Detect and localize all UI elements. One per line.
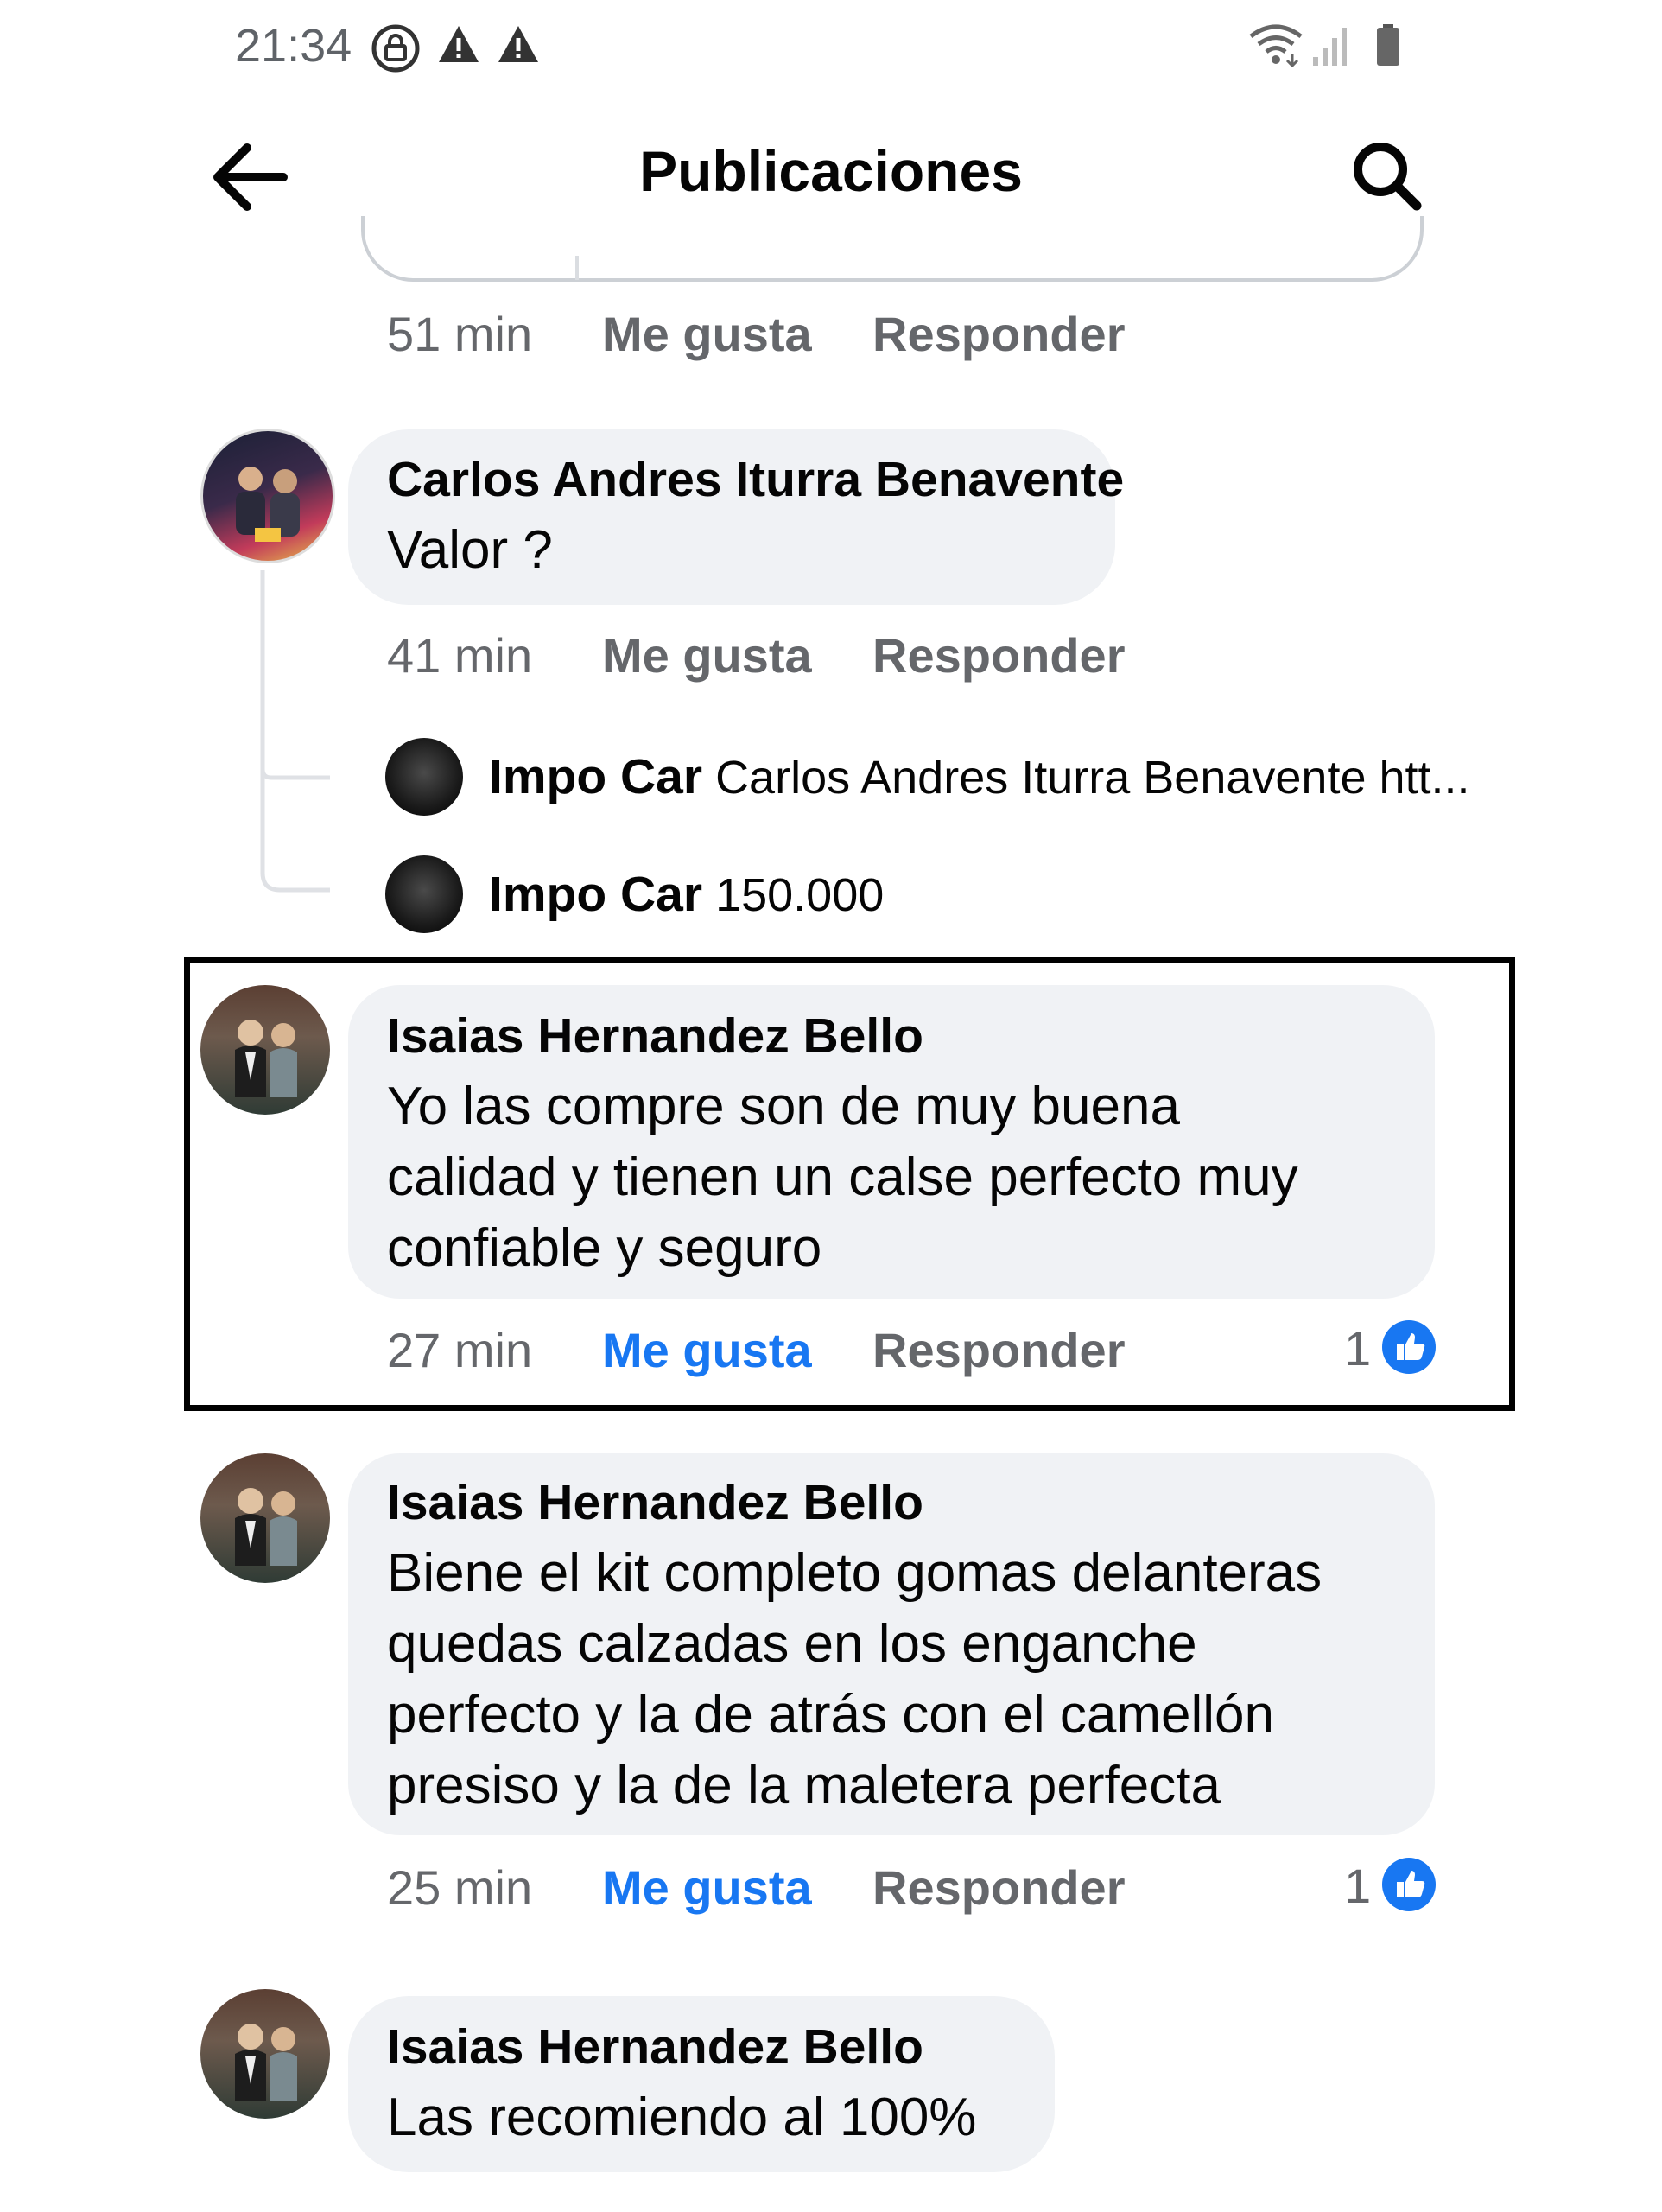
comment-text: Biene el kit completo gomas delanteras [387,1543,1323,1603]
lock-icon [371,24,420,73]
reply-button[interactable]: Responder [872,306,1126,362]
like-button[interactable]: Me gusta [602,627,812,683]
comment-text: confiable y seguro [387,1218,822,1278]
comment-text: calidad y tienen un calse perfecto muy [387,1147,1298,1207]
like-reaction-icon [1382,1858,1436,1911]
comment-author[interactable]: Isaias Hernandez Bello [387,1007,923,1065]
like-count[interactable]: 1 [1344,1858,1371,1914]
comment-time: 27 min [387,1323,533,1377]
comment-time: 25 min [387,1860,533,1915]
like-button[interactable]: Me gusta [602,306,812,362]
reply-item[interactable]: Impo Car 150.000 [489,866,884,923]
comment-time: 41 min [387,628,533,683]
reply-item[interactable]: Impo Car Carlos Andres Iturra Benavente … [489,748,1470,805]
reply-button[interactable]: Responder [872,1859,1126,1916]
comment-text: perfecto y la de atrás con el camellón [387,1685,1274,1745]
comment-text: presiso y la de la maletera perfecta [387,1756,1221,1815]
reply-button[interactable]: Responder [872,627,1126,683]
warning-icon [439,26,479,62]
search-icon[interactable] [1348,137,1425,214]
avatar[interactable] [200,985,330,1115]
comment-text: Yo las compre son de muy buena [387,1077,1180,1136]
comment-author[interactable]: Carlos Andres Iturra Benavente [387,451,1124,508]
avatar[interactable] [200,429,335,563]
comment-text: Valor ? [387,520,553,580]
previous-comment-bubble [361,216,1424,282]
like-reaction-icon [1382,1320,1436,1374]
reply-text: 150.000 [715,869,885,921]
reply-author[interactable]: Impo Car [489,867,702,922]
comment-text: Las recomiendo al 100% [387,2088,977,2147]
avatar-photo-icon [236,467,300,542]
comment-text: quedas calzadas en los enganche [387,1614,1197,1674]
battery-icon [1377,24,1399,66]
previous-comment-attachment-divider [575,256,579,280]
reply-text: Carlos Andres Iturra Benavente htt... [715,752,1470,804]
comment-author[interactable]: Isaias Hernandez Bello [387,2018,923,2075]
reply-avatar[interactable] [385,855,463,933]
reply-thread-line [260,570,330,893]
like-button[interactable]: Me gusta [602,1322,812,1378]
like-count[interactable]: 1 [1344,1320,1371,1376]
status-time: 21:34 [235,20,352,72]
avatar-photo-icon [235,2024,297,2101]
like-button[interactable]: Me gusta [602,1859,812,1916]
avatar[interactable] [200,1989,330,2119]
comment-author[interactable]: Isaias Hernandez Bello [387,1474,923,1531]
reply-avatar[interactable] [385,738,463,816]
reply-button[interactable]: Responder [872,1322,1126,1378]
avatar-photo-icon [235,1020,297,1097]
reply-author[interactable]: Impo Car [489,749,702,804]
warning-icon [498,26,538,62]
wifi-icon [1249,24,1303,67]
signal-icon [1313,28,1347,66]
comment-time: 51 min [387,307,533,361]
avatar-photo-icon [235,1488,297,1566]
avatar[interactable] [200,1453,330,1583]
